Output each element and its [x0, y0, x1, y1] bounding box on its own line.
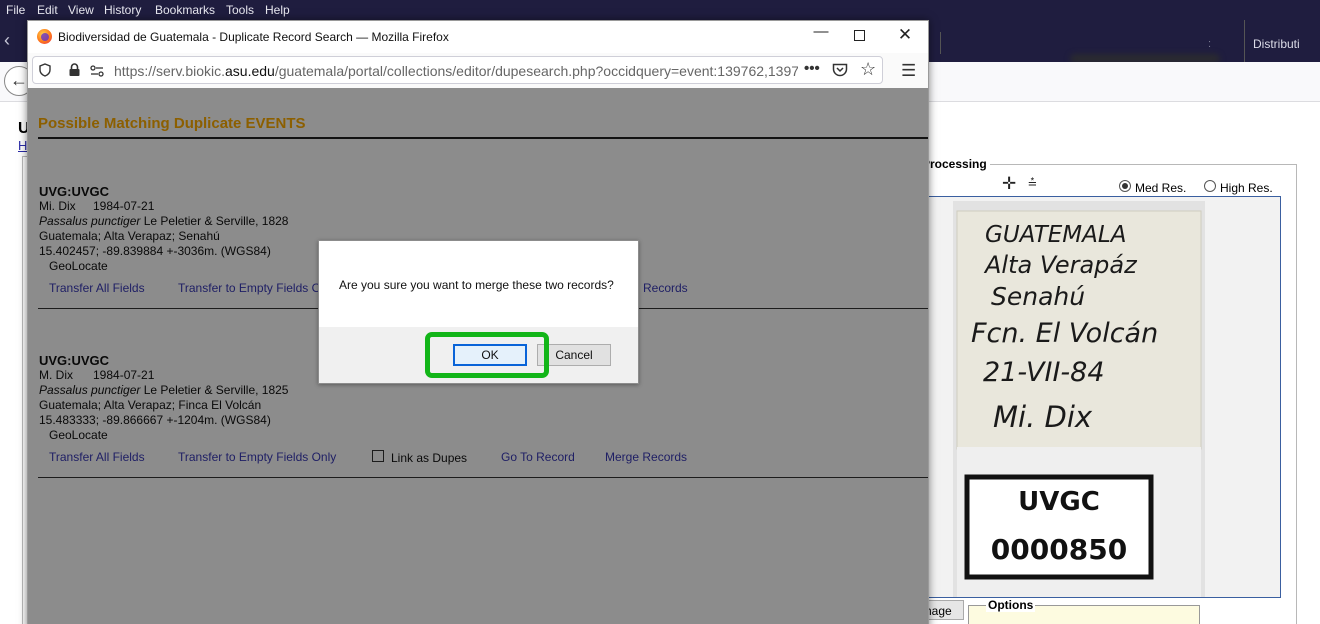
med-res-radio[interactable] — [1119, 180, 1131, 192]
tag-line: 0000850 — [991, 533, 1127, 566]
url-domain: asu.edu — [225, 63, 275, 79]
lock-icon[interactable] — [68, 63, 81, 77]
maximize-button[interactable] — [847, 25, 871, 47]
collapse-icon[interactable]: ⩮ — [1028, 174, 1037, 191]
close-button[interactable]: ✕ — [893, 25, 917, 47]
background-menubar: File Edit View History Bookmarks Tools H… — [0, 0, 1320, 20]
popup-title: Biodiversidad de Guatemala - Duplicate R… — [58, 30, 449, 44]
high-res-radio[interactable] — [1204, 180, 1216, 192]
menu-bookmarks[interactable]: Bookmarks — [155, 3, 215, 17]
tag-line: UVGC — [1018, 487, 1100, 517]
dialog-message: Are you sure you want to merge these two… — [339, 278, 614, 292]
bookmark-star-icon[interactable]: ☆ — [860, 59, 876, 80]
tab-fragment: : — [1208, 38, 1212, 50]
label-line: Mi. Dix — [993, 400, 1093, 434]
label-line: Alta Verapáz — [983, 251, 1138, 279]
menu-file[interactable]: File — [6, 3, 25, 17]
pocket-icon[interactable] — [832, 63, 848, 77]
popup-titlebar: Biodiversidad de Guatemala - Duplicate R… — [28, 21, 928, 53]
menu-tools[interactable]: Tools — [226, 3, 254, 17]
permissions-icon[interactable] — [90, 65, 104, 77]
shield-icon[interactable] — [39, 63, 51, 77]
tab-distribution[interactable]: Distributi — [1244, 20, 1320, 62]
tab-scroll-left-icon[interactable]: ‹ — [4, 30, 10, 51]
menu-help[interactable]: Help — [265, 3, 290, 17]
page-actions-button[interactable]: ••• — [804, 60, 820, 77]
menu-history[interactable]: History — [104, 3, 141, 17]
url-text[interactable]: https://serv.biokic.asu.edu/guatemala/po… — [114, 63, 798, 79]
menu-view[interactable]: View — [68, 3, 94, 17]
maximize-icon — [853, 30, 865, 41]
close-icon: ✕ — [897, 25, 913, 44]
tab-separator — [940, 32, 941, 54]
arrow-left-icon: ← — [10, 70, 28, 90]
specimen-image-frame[interactable]: GUATEMALA Alta Verapáz Senahú Fcn. El Vo… — [926, 196, 1281, 598]
options-legend: Options — [986, 598, 1036, 612]
ok-button-highlight — [425, 332, 549, 378]
high-res-label: High Res. — [1220, 181, 1273, 195]
firefox-icon — [37, 29, 52, 44]
specimen-image: GUATEMALA Alta Verapáz Senahú Fcn. El Vo… — [927, 197, 1280, 597]
label-line: GUATEMALA — [985, 222, 1126, 248]
label-line: Fcn. El Volcán — [971, 318, 1158, 349]
url-prefix: https://serv.biokic. — [114, 63, 226, 79]
label-line: Senahú — [991, 282, 1085, 311]
url-path: /guatemala/portal/collections/editor/dup… — [274, 63, 798, 79]
label-line: 21-VII-84 — [983, 357, 1105, 388]
dialog-body: Are you sure you want to merge these two… — [319, 241, 638, 327]
minimize-button[interactable]: — — [809, 23, 833, 45]
move-icon[interactable]: ✛ — [1002, 174, 1016, 194]
processing-legend: Processing — [922, 157, 990, 171]
background-page-link[interactable]: H — [18, 138, 27, 153]
hamburger-menu-icon[interactable]: ☰ — [901, 61, 916, 81]
med-res-label: Med Res. — [1135, 181, 1187, 195]
menu-edit[interactable]: Edit — [37, 3, 58, 17]
